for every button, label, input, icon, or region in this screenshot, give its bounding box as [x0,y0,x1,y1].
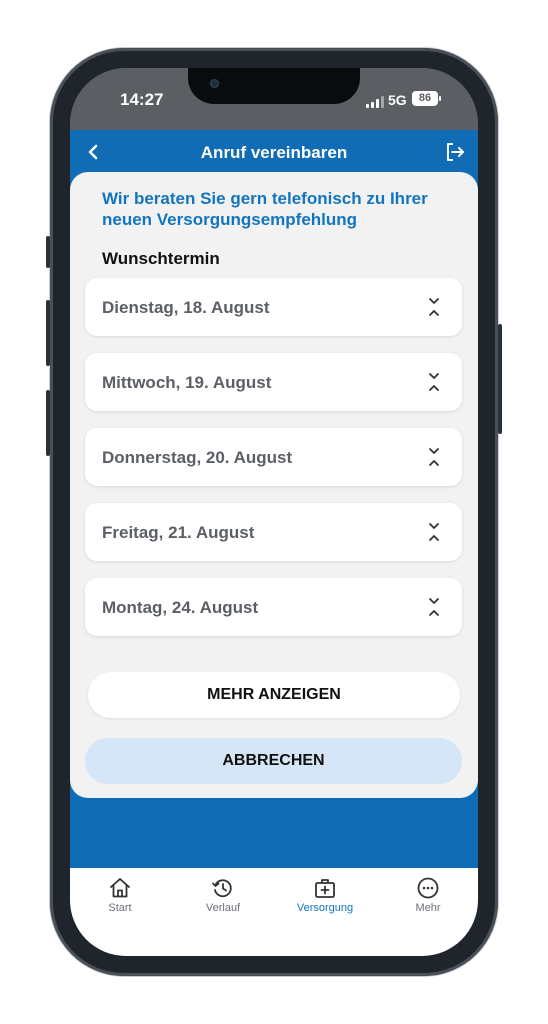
network-label: 5G [388,92,407,108]
tab-label: Versorgung [296,902,354,914]
battery-level: 86 [418,92,432,104]
intro-text: Wir beraten Sie gern telefonisch zu Ihre… [102,189,428,229]
date-label: Dienstag, 18. August [102,298,270,317]
app-screen: 14:27 5G 86 Anruf vereinbaren Wir berate [70,68,478,956]
chevron-up-down-icon [429,373,439,391]
home-icon [110,878,130,898]
chevron-up-down-icon [429,298,439,316]
silent-switch [46,236,50,268]
status-time: 14:27 [120,90,164,109]
date-label: Mittwoch, 19. August [102,373,272,392]
more-icon [417,877,439,899]
tab-label: Mehr [415,902,441,914]
volume-up-button [46,300,50,366]
chevron-up-down-icon [429,523,439,541]
battery-tip [439,96,441,101]
logout-icon [447,143,464,161]
tab-label: Start [108,902,132,914]
status-bar: 14:27 5G 86 [70,68,478,130]
battery-icon: 86 [412,91,438,106]
date-select-4[interactable]: Freitag, 21. August [85,503,462,561]
signal-icon [366,96,386,108]
tab-start[interactable]: Start [80,876,160,914]
date-select-2[interactable]: Mittwoch, 19. August [85,353,462,411]
chevron-up-down-icon [429,598,439,616]
bottom-tab-bar: Start Verlauf Versorgung Mehr [70,868,478,956]
power-button [498,324,502,434]
tab-mehr[interactable]: Mehr [388,876,468,914]
page-title: Anruf vereinbaren [200,143,348,162]
date-label: Freitag, 21. August [102,523,255,542]
tab-versorgung[interactable]: Versorgung [285,876,365,914]
history-icon [212,879,232,898]
tab-verlauf[interactable]: Verlauf [183,876,263,914]
date-label: Donnerstag, 20. August [102,448,293,467]
chevron-up-down-icon [429,448,439,466]
section-label: Wunschtermin [102,249,220,268]
top-navigation-bar: Anruf vereinbaren [70,130,478,174]
front-camera [210,79,219,88]
medical-bag-icon [315,879,335,898]
date-label: Montag, 24. August [102,598,259,617]
logout-button[interactable] [442,139,468,165]
date-select-1[interactable]: Dienstag, 18. August [85,278,462,336]
volume-down-button [46,390,50,456]
appointment-card: Wir beraten Sie gern telefonisch zu Ihre… [70,172,478,798]
tab-label: Verlauf [205,902,241,914]
cancel-button[interactable]: ABBRECHEN [85,738,462,784]
date-select-5[interactable]: Montag, 24. August [85,578,462,636]
date-select-3[interactable]: Donnerstag, 20. August [85,428,462,486]
show-more-button[interactable]: MEHR ANZEIGEN [88,672,460,718]
